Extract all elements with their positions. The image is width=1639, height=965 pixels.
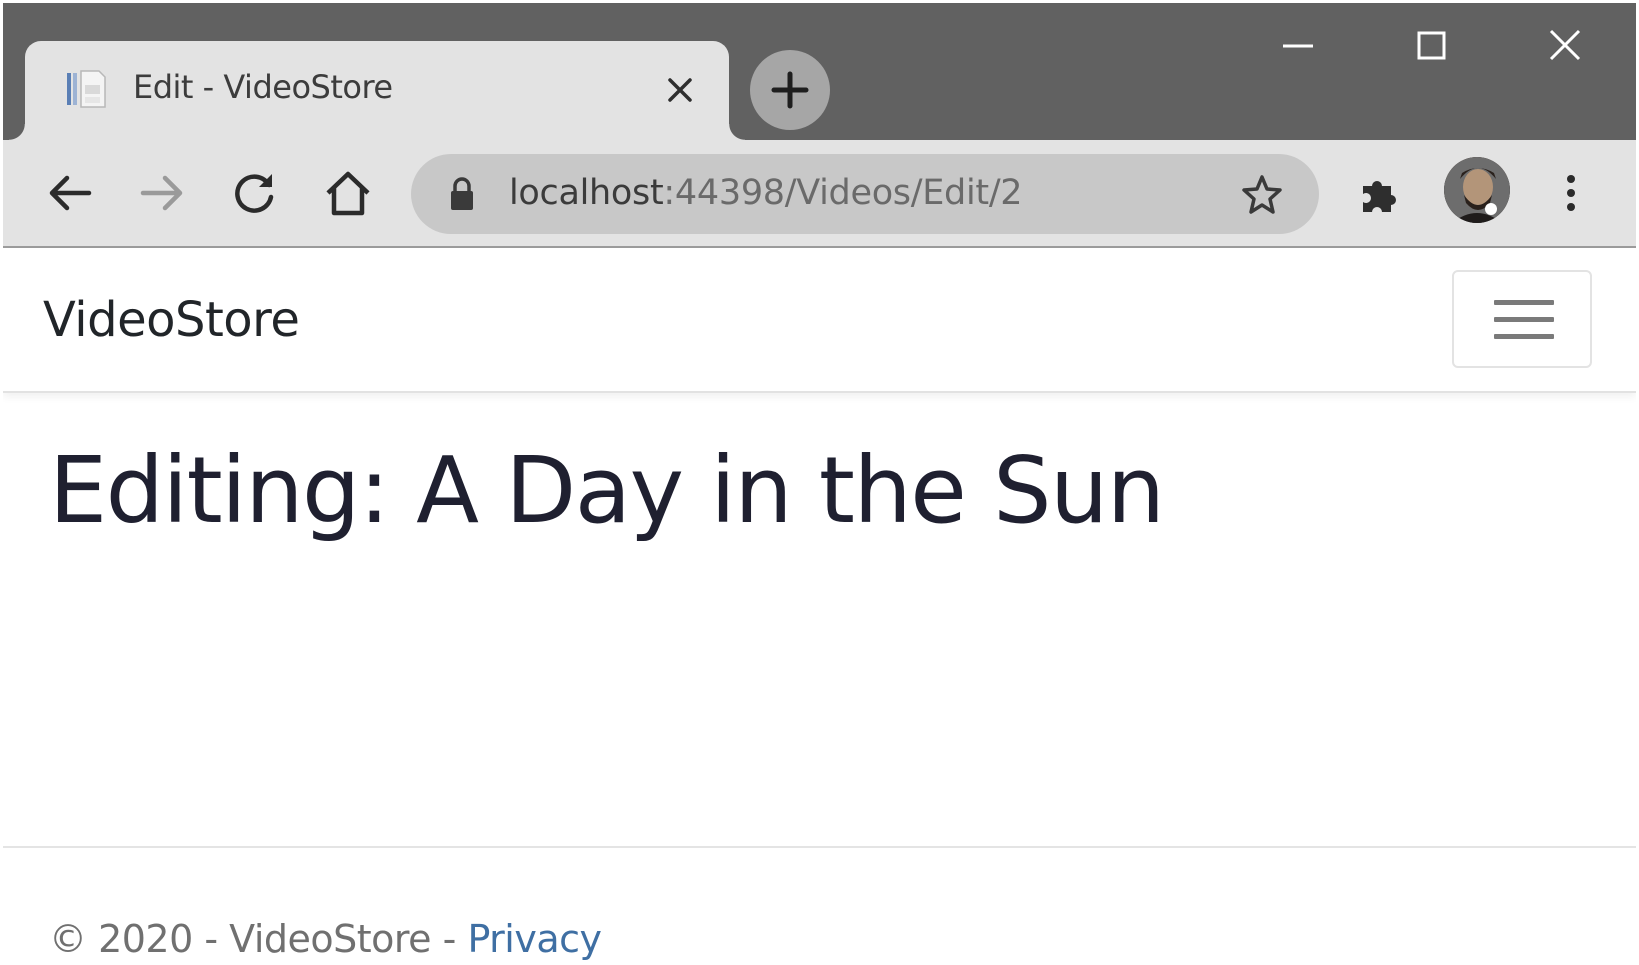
page-title: Editing: A Day in the Sun: [49, 437, 1165, 544]
tab-title: Edit - VideoStore: [133, 68, 393, 106]
site-navbar: VideoStore: [3, 248, 1636, 393]
arrow-left-icon[interactable]: [45, 168, 95, 218]
home-icon[interactable]: [323, 168, 373, 218]
star-icon[interactable]: [1241, 174, 1283, 214]
footer: © 2020 - VideoStore - Privacy: [49, 917, 602, 961]
tab-strip: Edit - VideoStore: [3, 3, 1636, 140]
maximize-button[interactable]: [1401, 23, 1461, 69]
url-text[interactable]: localhost:44398/Videos/Edit/2: [509, 173, 1023, 213]
close-window-button[interactable]: [1535, 23, 1595, 69]
puzzle-icon[interactable]: [1355, 168, 1405, 218]
document-icon: [65, 69, 107, 109]
avatar[interactable]: [1444, 157, 1510, 223]
hamburger-icon-bar: [1494, 334, 1554, 339]
navbar-toggler-button[interactable]: [1452, 270, 1592, 368]
privacy-link[interactable]: Privacy: [467, 917, 602, 961]
arrow-right-icon[interactable]: [137, 168, 187, 218]
browser-toolbar: localhost:44398/Videos/Edit/2: [3, 140, 1636, 248]
kebab-icon[interactable]: [1551, 168, 1591, 218]
browser-tab-active[interactable]: Edit - VideoStore: [9, 41, 745, 140]
url-path: :44398/Videos/Edit/2: [663, 173, 1023, 213]
close-icon[interactable]: [665, 75, 695, 105]
hamburger-icon-bar: [1494, 317, 1554, 322]
new-tab-button[interactable]: [750, 50, 830, 130]
hamburger-icon-bar: [1494, 300, 1554, 305]
url-host: localhost: [509, 173, 664, 213]
plus-icon: [771, 71, 809, 109]
minimize-icon: [1283, 44, 1313, 48]
minimize-button[interactable]: [1268, 23, 1328, 69]
footer-divider: [3, 846, 1636, 848]
address-bar[interactable]: localhost:44398/Videos/Edit/2: [411, 154, 1319, 234]
reload-icon[interactable]: [230, 168, 280, 218]
browser-window: Edit - VideoStore localhost:44398/Videos…: [3, 3, 1636, 962]
footer-text: © 2020 - VideoStore -: [49, 917, 468, 961]
navbar-brand[interactable]: VideoStore: [43, 292, 300, 348]
close-icon: [1549, 29, 1581, 61]
maximize-icon: [1417, 31, 1446, 60]
lock-icon[interactable]: [447, 176, 477, 212]
